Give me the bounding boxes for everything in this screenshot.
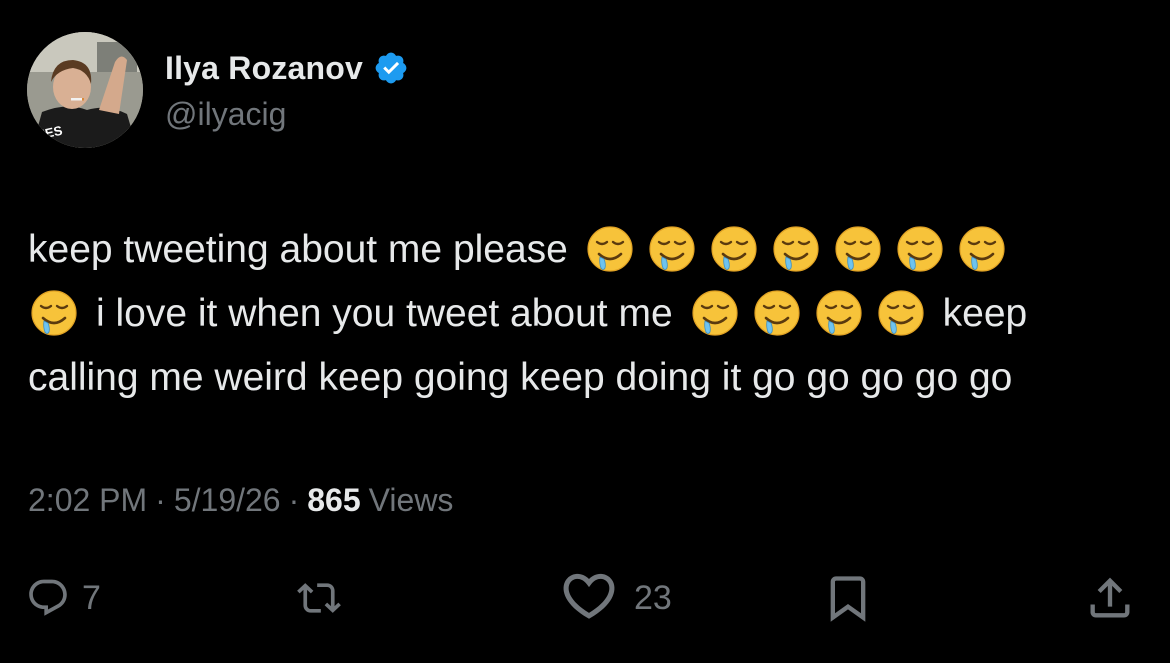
drooling-face-icon <box>770 224 822 276</box>
reply-icon <box>29 579 67 616</box>
heart-icon <box>563 573 615 619</box>
drooling-face-icon <box>832 224 884 276</box>
tweet-line-1-text: keep tweeting about me please <box>28 228 568 271</box>
drooling-face-icon <box>646 224 698 276</box>
drooling-face-icon <box>894 224 946 276</box>
meta-separator: · <box>155 481 166 518</box>
views-label: Views <box>368 481 454 518</box>
share-icon <box>1090 577 1130 618</box>
author-name-row[interactable]: Ilya Rozanov <box>165 46 409 90</box>
tweet-text: keep tweeting about me please i love it … <box>28 218 1148 410</box>
tweet-line-2: i love it when you tweet about me keep <box>28 282 1148 346</box>
bookmark-button[interactable] <box>822 568 874 628</box>
verified-badge-icon <box>375 52 407 84</box>
drooling-face-icon <box>956 224 1008 276</box>
share-button[interactable] <box>1084 568 1136 628</box>
repost-icon <box>297 583 341 613</box>
display-name[interactable]: Ilya Rozanov <box>165 50 363 87</box>
tweet-date[interactable]: 5/19/26 <box>174 482 281 519</box>
tweet-line-3-text: calling me weird keep going keep doing i… <box>28 356 1013 399</box>
meta-separator: · <box>288 481 300 518</box>
reply-count: 7 <box>82 578 101 617</box>
tweet-line-1: keep tweeting about me please <box>28 218 1148 282</box>
tweet-line-3: calling me weird keep going keep doing i… <box>28 346 1148 410</box>
drooling-face-icon <box>689 288 741 340</box>
author-handle[interactable]: @ilyacig <box>165 96 286 133</box>
views-count: 865 <box>307 481 361 518</box>
reply-button[interactable]: 7 <box>26 568 101 628</box>
like-count: 23 <box>634 578 672 617</box>
drooling-face-icon <box>28 288 80 340</box>
drooling-face-icon <box>813 288 865 340</box>
drooling-face-icon <box>584 224 636 276</box>
tweet-meta: 2:02 PM · 5/19/26 · 865 Views <box>28 478 453 522</box>
avatar[interactable]: NES <box>27 32 143 148</box>
drooling-face-icon <box>751 288 803 340</box>
tweet-line-2-text: i love it when you tweet about me <box>96 292 673 335</box>
drooling-face-icon <box>875 288 927 340</box>
like-button[interactable]: 23 <box>556 568 672 628</box>
tweet[interactable]: NES Ilya Rozanov @ilyacig keep tweeting … <box>0 0 1170 663</box>
avatar-photo: NES <box>27 32 143 148</box>
repost-button[interactable] <box>284 568 366 628</box>
drooling-face-icon <box>708 224 760 276</box>
tweet-time[interactable]: 2:02 PM <box>28 482 147 519</box>
tweet-line-2-tail: keep <box>942 292 1028 335</box>
action-bar: 7 23 <box>0 568 1170 628</box>
bookmark-icon <box>830 576 866 622</box>
